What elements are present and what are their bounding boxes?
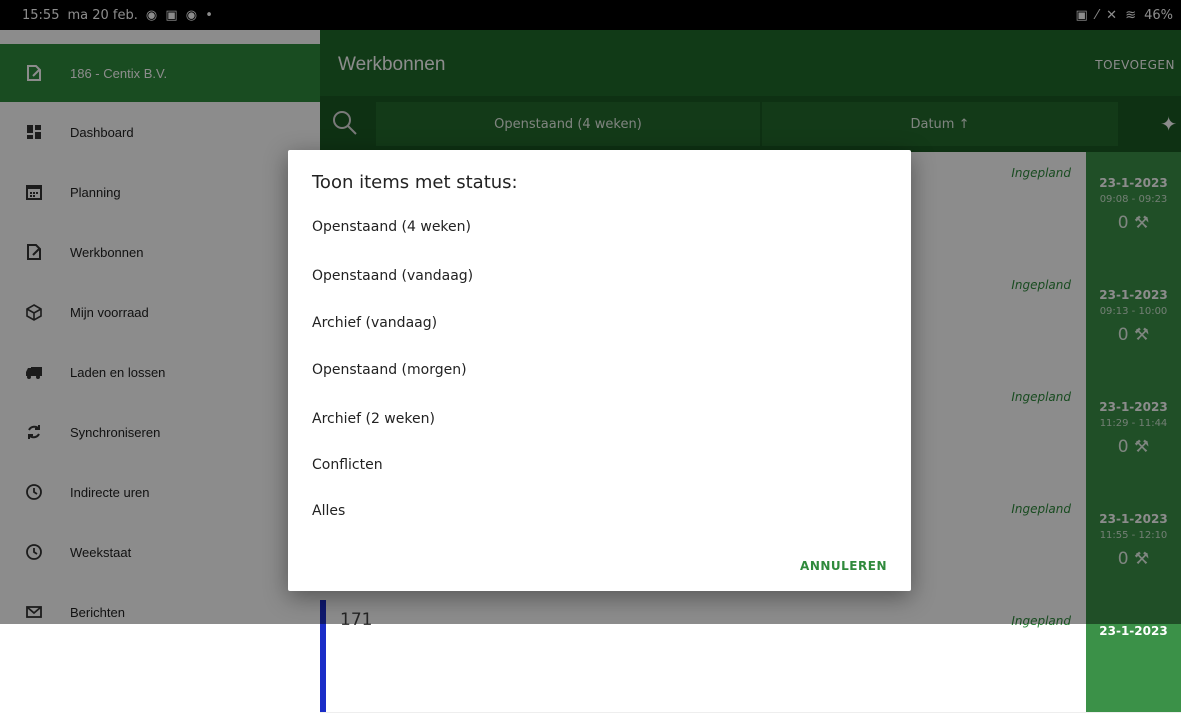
option-alles[interactable]: Alles [312,496,872,526]
option-openstaand-morgen[interactable]: Openstaand (morgen) [312,355,872,385]
option-archief-2-weken[interactable]: Archief (2 weken) [312,404,872,434]
date-label: 23-1-2023 [1099,624,1168,638]
status-filter-dialog: Toon items met status: Openstaand (4 wek… [288,150,911,591]
option-conflicten[interactable]: Conflicten [312,450,872,480]
cancel-button[interactable]: ANNULEREN [800,559,887,573]
option-openstaand-4-weken[interactable]: Openstaand (4 weken) [312,212,872,242]
option-archief-vandaag[interactable]: Archief (vandaag) [312,308,872,338]
option-openstaand-vandaag[interactable]: Openstaand (vandaag) [312,261,872,291]
dialog-title: Toon items met status: [312,172,518,193]
